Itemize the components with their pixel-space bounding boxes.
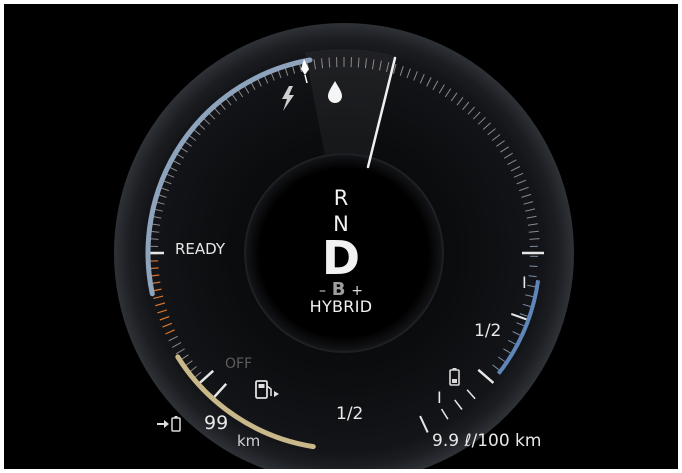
drive-mode: HYBRID [309, 297, 373, 316]
battery-half-label: 1/2 [474, 321, 502, 341]
gear-d-selected: D [321, 231, 361, 285]
scale-tick [357, 57, 360, 68]
off-label: OFF [225, 356, 253, 372]
scale-tick [328, 57, 331, 68]
fuel-consumption: 9.9 ℓ/100 km [432, 431, 541, 451]
arrow-battery-icon [157, 416, 181, 432]
gear-r: R [333, 186, 349, 210]
battery-full-label: I [522, 273, 527, 292]
electric-range-value: 99 [204, 412, 229, 434]
fuel-half-label: 1/2 [336, 404, 364, 424]
fuel-consumption-value: 9.9 [432, 431, 460, 451]
fuel-consumption-unit: ℓ/100 km [464, 431, 542, 451]
ready-label: READY [175, 240, 226, 258]
instrument-display: R N D – B + HYBRID READY OFF I 1/2 I 1/2… [4, 4, 678, 469]
electric-range-unit: km [237, 432, 261, 450]
battery-empty-label: I [437, 388, 442, 407]
